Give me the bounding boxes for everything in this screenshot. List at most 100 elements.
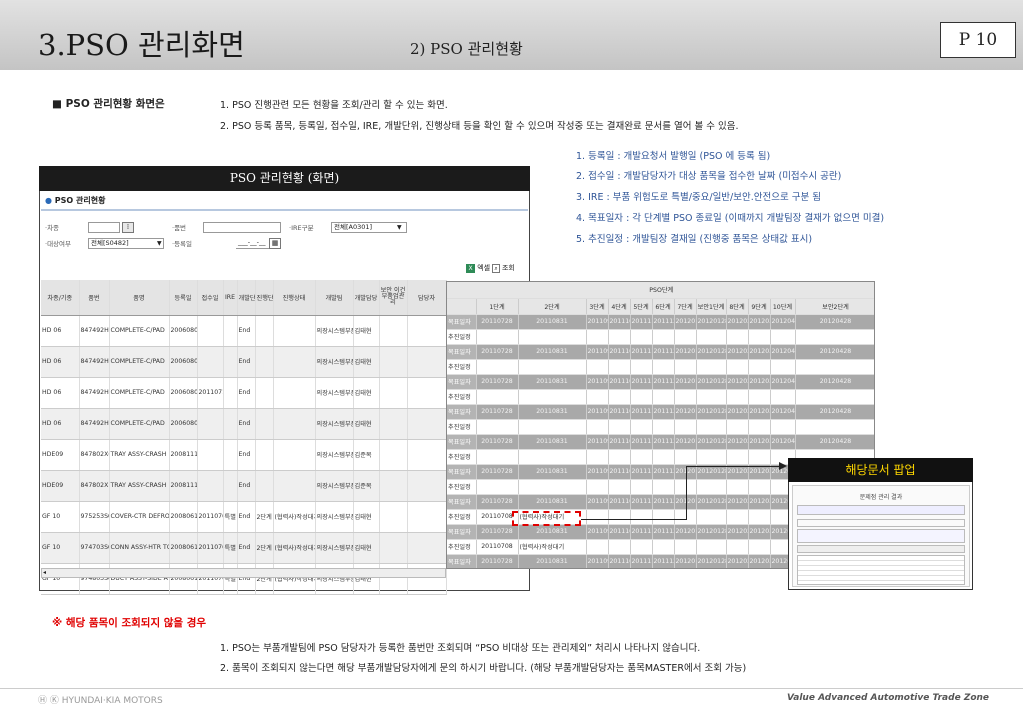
table-row[interactable]: HDE09847802X100TRAY ASSY-CRASH20081118 En… [41,470,447,502]
target-date-cell: 20110928 [586,314,609,330]
car-lookup-button[interactable]: ⁞ [122,222,134,233]
plan-cell [795,419,874,435]
plan-cell [586,509,609,525]
stage-header: 보안1단계 [696,298,727,315]
target-date-row[interactable]: 목표일자201107282011083120110928201110262011… [447,314,874,330]
table-cell: 20081118 [169,470,198,502]
target-date-row[interactable]: 목표일자201107282011083120110928201110262011… [447,434,874,450]
target-date-cell: 20120329 [748,374,771,390]
left-grid-header[interactable]: 진행단계 [255,280,274,316]
calendar-icon[interactable]: ▦ [269,238,281,249]
part-input[interactable] [203,222,281,233]
table-row[interactable]: HD 06847492H420COMPLETE-C/PAD20060809 End… [41,408,447,440]
plan-cell [696,329,727,345]
note-item-2: 2. 품목이 조회되지 않는다면 해당 부품개발담당자에게 문의 하시기 바랍니… [220,663,747,674]
plan-cell [674,329,697,345]
left-grid-header[interactable]: IRE [223,280,238,316]
left-grid-header[interactable]: 개발담당 [353,280,380,316]
target-date-cell: 20111026 [608,434,631,450]
plan-cell [608,449,631,465]
table-row[interactable]: HD 06847492H400COMPLETE-C/PAD20060809 End… [41,346,447,378]
target-date-row[interactable]: 목표일자201107282011083120110928201110262011… [447,404,874,420]
left-grid-header[interactable]: 품번 [79,280,110,316]
target-date-row[interactable]: 목표일자201107282011083120110928201110262011… [447,344,874,360]
left-grid-header[interactable]: 개발단위 [237,280,256,316]
plan-cell [748,329,771,345]
plan-row[interactable]: 추진일정 [447,359,874,375]
table-cell [379,346,408,378]
target-date-cell: 20120329 [748,404,771,420]
search-button[interactable]: 조회 [502,264,515,272]
table-row[interactable]: GF 10974703S000CONN ASSY-HTR TO200806102… [41,532,447,564]
plan-cell [586,389,609,405]
table-cell: 847492H420 [79,408,110,440]
plan-row[interactable]: 추진일정 [447,329,874,345]
target-date-cell: 20111026 [608,554,631,568]
target-date-cell: 20120128 [674,434,697,450]
reg-date-input[interactable]: ___-__-__ [236,238,270,249]
table-row[interactable]: GF 10975253S000COVER-CTR DEFROST20080610… [41,501,447,533]
plan-cell [748,539,771,555]
left-grid-header[interactable]: 차종/기종 [41,280,80,316]
search-icon[interactable]: ⌕ [492,264,500,273]
target-date-cell: 20110728 [476,464,519,480]
chevron-down-icon: ▼ [157,240,162,247]
left-grid-header[interactable]: 품명 [109,280,170,316]
plan-row[interactable]: 추진일정 [447,419,874,435]
left-grid-header[interactable]: 보안 이건 부품업관리 [379,280,408,316]
app-title: PSO 관리현황 [54,196,106,205]
target-date-cell: 20111026 [608,404,631,420]
target-date-cell: 20120329 [748,494,771,510]
target-date-cell: 20111128 [630,494,653,510]
target-date-cell: 20110728 [476,404,519,420]
plan-cell [476,389,519,405]
ire-select[interactable]: 전체[A0301] [331,222,407,233]
table-row[interactable]: HDE09847802X000TRAY ASSY-CRASH20081118 En… [41,439,447,471]
plan-cell [748,389,771,405]
target-date-row[interactable]: 목표일자201107282011083120110928201110262011… [447,374,874,390]
table-cell [255,346,274,378]
plan-row[interactable]: 추진일정 [447,389,874,405]
target-date-cell: 20120128 [696,524,727,540]
table-cell [255,408,274,440]
target-select[interactable]: 전체[S0482] [88,238,164,249]
left-grid-header[interactable]: 접수일 [197,280,224,316]
target-date-cell: 20120428 [770,314,796,330]
left-grid-header[interactable]: 개발팀 [315,280,354,316]
plan-cell [748,449,771,465]
target-date-cell: 20120329 [748,344,771,360]
table-row[interactable]: HD 06847492H410COMPLETE-C/PAD20060809201… [41,377,447,409]
table-cell [379,470,408,502]
scroll-left-icon[interactable]: ◂ [43,569,46,576]
left-grid-header[interactable]: 등록일 [169,280,198,316]
car-input[interactable] [88,222,120,233]
excel-icon[interactable]: X [466,264,475,273]
target-date-cell: 20111128 [630,464,653,480]
target-date-cell: 20120229 [726,524,749,540]
plan-cell [586,419,609,435]
target-date-cell: 20110728 [476,314,519,330]
table-cell [223,315,238,347]
target-date-cell: 20120428 [795,434,874,450]
target-date-cell: 20110928 [586,404,609,420]
table-row[interactable]: HD 06847492H390COMPLETE-C/PAD20060809 End… [41,315,447,347]
left-grid-header[interactable]: 진행상태 [273,280,316,316]
horizontal-scrollbar[interactable]: ◂ [41,568,446,578]
target-date-cell: 20120128 [674,524,697,540]
target-date-cell: 20111228 [652,464,675,480]
plan-cell [674,539,697,555]
target-date-label: 목표일자 [447,494,477,510]
plan-cell [652,359,675,375]
target-date-cell: 20120128 [674,554,697,568]
chevron-down-icon: ▼ [397,224,402,231]
table-cell [407,532,447,564]
table-cell: End [237,532,256,564]
excel-button[interactable]: 엑셀 [477,264,490,272]
target-date-cell: 20110831 [518,314,587,330]
plan-status-link[interactable]: (협력사)작성대기 [518,539,587,555]
target-date-cell: 20120128 [696,404,727,420]
info-icon: ● [45,196,52,205]
left-grid-header[interactable]: 담당자 [407,280,447,316]
table-cell [407,501,447,533]
plan-cell [748,479,771,495]
